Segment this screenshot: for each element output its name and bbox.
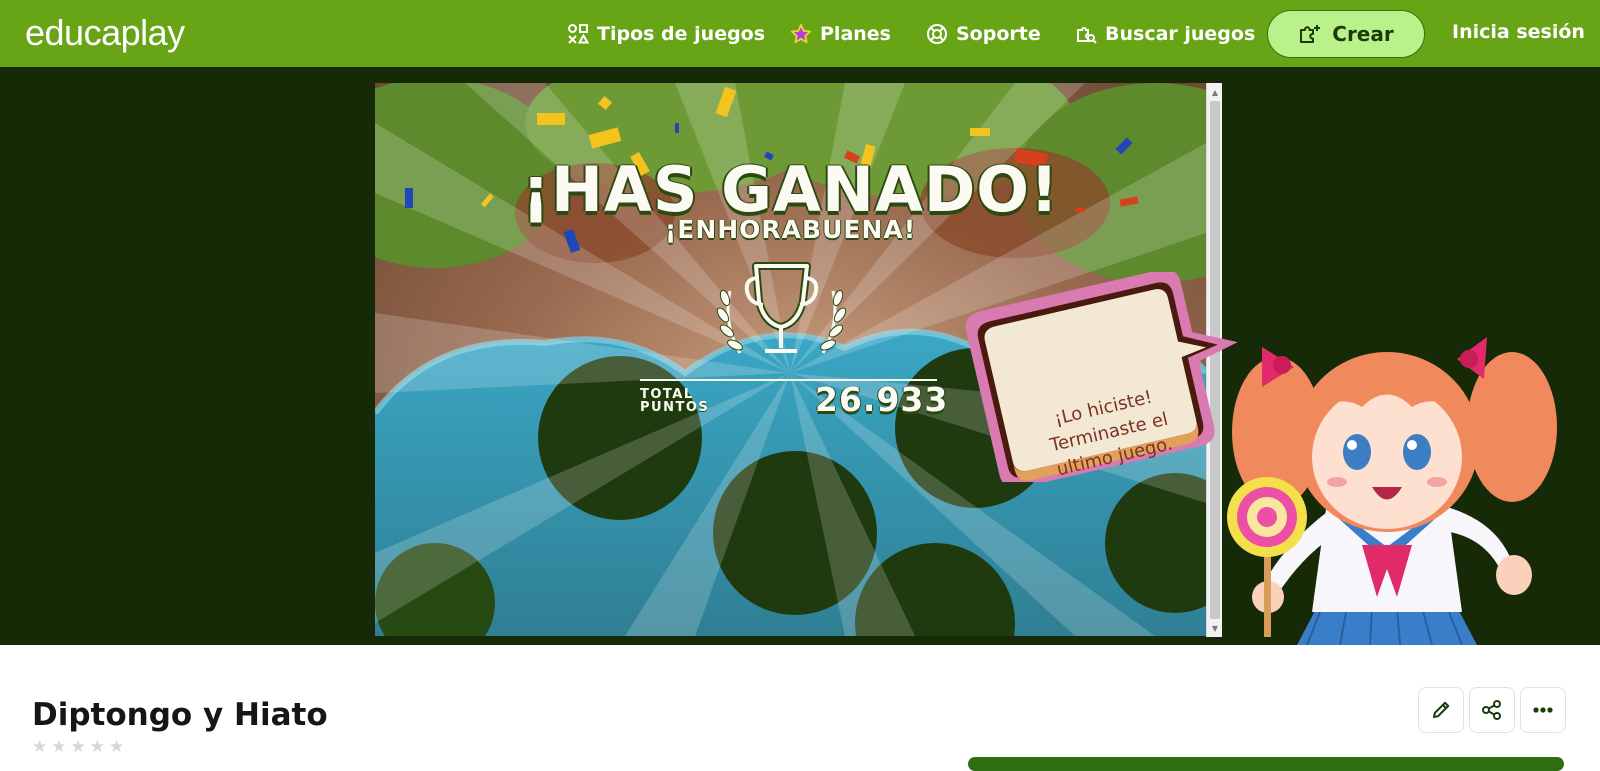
total-label-line2: PUNTOS [640,400,710,415]
scroll-up-arrow-icon[interactable]: ▲ [1207,84,1223,100]
mascot-girl-illustration [1227,337,1557,645]
star-icon[interactable]: ★ [51,739,66,756]
crear-label: Crear [1332,22,1394,46]
login-link[interactable]: Inicia sesión [1452,21,1585,43]
play-button-edge[interactable] [968,757,1564,771]
nav-tipos-de-juegos[interactable]: Tipos de juegos [567,22,765,46]
shapes-icon [568,24,589,44]
share-icon [1482,700,1501,720]
more-icon [1533,707,1553,713]
activity-title: Diptongo y Hiato [32,697,328,733]
pencil-icon [1433,701,1450,718]
star-icon [790,23,812,44]
lifebuoy-icon [927,24,947,44]
nav-soporte[interactable]: Soporte [926,22,1041,46]
edit-button[interactable] [1418,687,1464,733]
star-icon[interactable]: ★ [90,739,105,756]
star-icon[interactable]: ★ [32,739,47,756]
nav-planes[interactable]: Planes [790,22,891,46]
share-button[interactable] [1469,687,1515,733]
educaplay-logo[interactable]: educaplay [25,12,185,54]
nav-label: Buscar juegos [1105,23,1256,45]
nav-label: Tipos de juegos [597,23,766,45]
scroll-down-arrow-icon[interactable]: ▼ [1207,620,1223,636]
star-icon[interactable]: ★ [71,739,86,756]
search-puzzle-icon [1077,27,1097,44]
win-subtitle: ¡ENHORABUENA! [664,215,917,244]
rating-stars[interactable]: ★ ★ ★ ★ ★ [32,739,124,756]
total-points-label: TOTAL PUNTOS [640,388,709,414]
crear-button[interactable]: Crear [1267,10,1425,58]
top-navigation-bar: educaplay Tipos de juegos Planes Soporte… [0,0,1600,67]
nav-label: Planes [820,23,891,45]
puzzle-add-icon [1300,25,1321,43]
star-icon[interactable]: ★ [109,739,124,756]
nav-label: Soporte [956,23,1041,45]
score-value: 26.933 [815,380,949,419]
more-options-button[interactable] [1520,687,1566,733]
nav-buscar-juegos[interactable]: Buscar juegos [1075,22,1255,46]
game-stage: ¡HAS GANADO! ¡ENHORABUENA! TOTAL PUNTOS … [0,67,1600,645]
